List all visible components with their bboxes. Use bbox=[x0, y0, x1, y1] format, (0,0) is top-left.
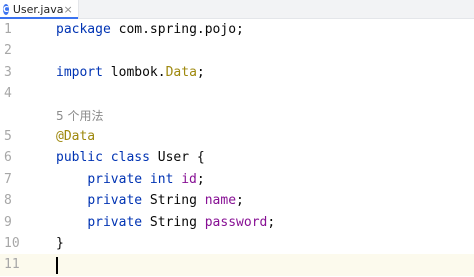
code-token: } bbox=[56, 236, 64, 251]
close-icon[interactable]: × bbox=[63, 3, 72, 16]
code-text: 5 个用法 bbox=[56, 105, 103, 128]
code-line-3[interactable]: 3 import lombok.Data; bbox=[0, 62, 474, 84]
annotation-token: Data bbox=[165, 64, 197, 80]
line-number: 3 bbox=[4, 64, 12, 80]
code-token: User { bbox=[149, 150, 205, 166]
code-text: private int id; bbox=[56, 169, 205, 191]
line-number: 1 bbox=[4, 22, 12, 37]
code-line-8[interactable]: 8 private String name; bbox=[0, 190, 474, 212]
code-text: package com.spring.pojo; bbox=[56, 19, 244, 41]
tab-filename: User.java bbox=[12, 2, 64, 16]
editor-tab-bar: C User.java × bbox=[0, 0, 474, 19]
text-caret bbox=[56, 257, 58, 275]
line-number: 7 bbox=[4, 171, 12, 187]
code-text: public class User { bbox=[56, 147, 205, 169]
code-line-10[interactable]: 10} bbox=[0, 233, 474, 255]
line-number: 5 bbox=[4, 129, 12, 144]
field-token: id bbox=[181, 171, 197, 187]
code-token: String bbox=[142, 193, 205, 209]
code-text: import lombok.Data; bbox=[56, 62, 205, 84]
code-line-11[interactable]: 11 bbox=[0, 254, 474, 277]
keyword-token: private bbox=[87, 214, 143, 230]
field-token: name bbox=[204, 193, 237, 209]
code-line-6[interactable]: 6 public class User { bbox=[0, 147, 474, 169]
tab-user-java[interactable]: C User.java × bbox=[0, 0, 79, 19]
line-number: 11 bbox=[4, 257, 20, 273]
keyword-token: package bbox=[56, 22, 111, 37]
keyword-token: import bbox=[56, 64, 103, 80]
code-text: } bbox=[56, 233, 64, 255]
code-text: private String password; bbox=[56, 212, 275, 234]
line-number: 6 bbox=[4, 150, 12, 166]
line-number: 4 bbox=[4, 86, 12, 102]
line-number: 9 bbox=[4, 214, 12, 230]
line-number: 10 bbox=[4, 236, 20, 251]
inlay-hint-line[interactable]: 5 个用法 bbox=[0, 105, 474, 127]
line-number: 2 bbox=[4, 43, 12, 59]
code-text: @Data bbox=[56, 126, 95, 148]
line-number: 8 bbox=[4, 193, 12, 209]
annotation-token: @Data bbox=[56, 129, 96, 144]
code-token: ; bbox=[196, 171, 205, 187]
code-line-5[interactable]: 5 @Data bbox=[0, 126, 474, 148]
code-token: lombok. bbox=[102, 64, 166, 80]
code-line-9[interactable]: 9 private String password; bbox=[0, 212, 474, 234]
code-token: com.spring.pojo; bbox=[110, 22, 244, 37]
code-token: String bbox=[142, 214, 205, 230]
keyword-token: private bbox=[87, 193, 143, 209]
code-line-4[interactable]: 4 bbox=[0, 83, 474, 105]
code-token: ; bbox=[236, 193, 244, 209]
keyword-token: public class bbox=[56, 150, 150, 166]
code-text: private String name; bbox=[56, 190, 244, 212]
code-line-2[interactable]: 2 bbox=[0, 40, 474, 62]
code-token: ; bbox=[196, 64, 205, 80]
keyword-token: private int bbox=[87, 171, 174, 187]
usages-hint[interactable]: 5 个用法 bbox=[56, 109, 103, 123]
code-line-1[interactable]: 1 package com.spring.pojo; bbox=[0, 19, 474, 41]
java-class-icon: C bbox=[3, 3, 9, 15]
code-line-7[interactable]: 7 private int id; bbox=[0, 169, 474, 191]
field-token: password bbox=[204, 214, 268, 230]
code-token: ; bbox=[267, 214, 276, 230]
code-editor[interactable]: 1 package com.spring.pojo; 2 3 import lombok… bbox=[0, 19, 474, 277]
